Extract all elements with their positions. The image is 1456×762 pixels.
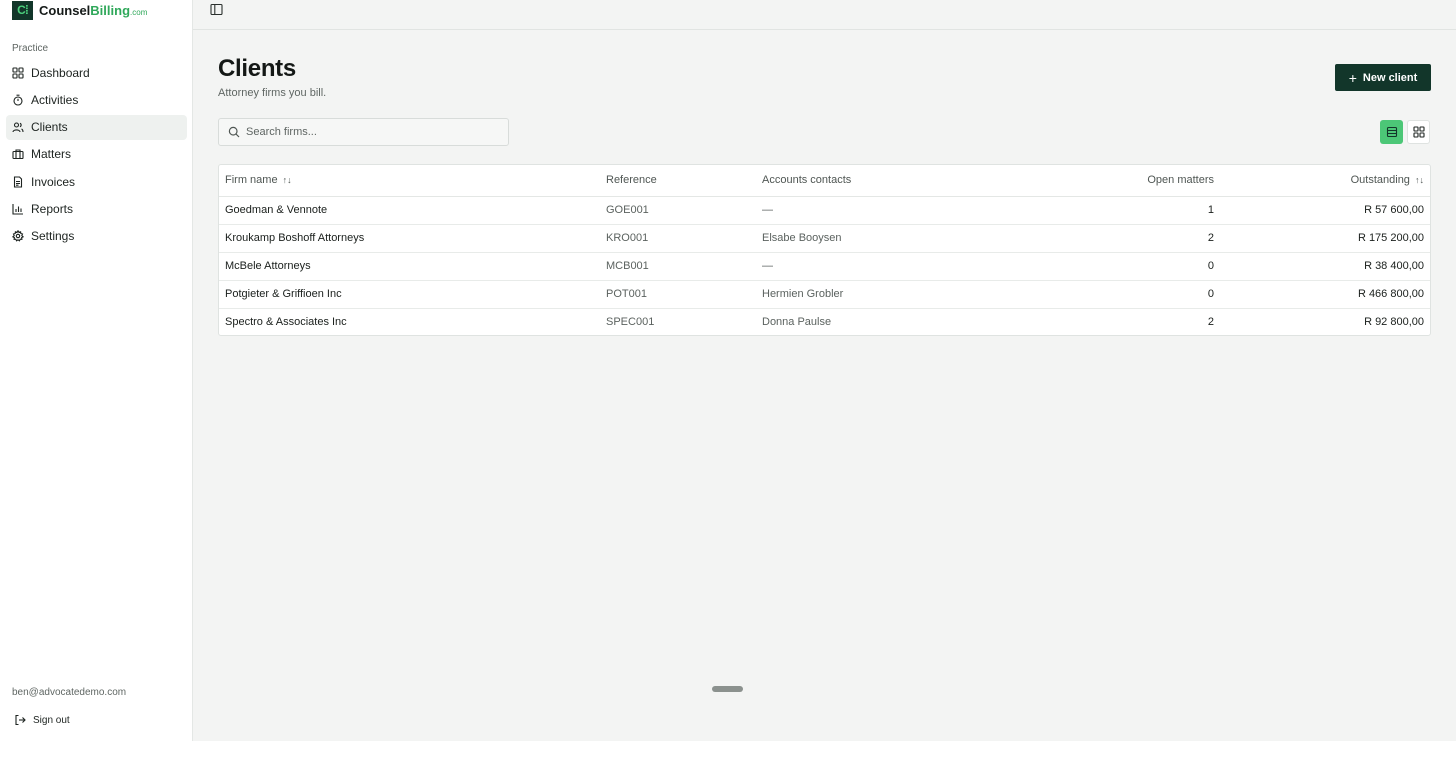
table-row[interactable]: Potgieter & Griffioen Inc POT001 Hermien… (219, 280, 1430, 309)
table-row[interactable]: McBele Attorneys MCB001 — 0 R 38 400,00 (219, 252, 1430, 281)
sign-out-icon (15, 714, 26, 726)
page-subtitle: Attorney firms you bill. (218, 87, 327, 99)
list-view-button[interactable] (1380, 120, 1403, 144)
table-row[interactable]: Goedman & Vennote GOE001 — 1 R 57 600,00 (219, 196, 1430, 225)
resize-handle[interactable] (712, 686, 743, 692)
new-client-label: New client (1362, 71, 1418, 84)
sort-icon: ↑↓ (1415, 175, 1424, 186)
sidebar-item-dashboard[interactable]: Dashboard (6, 60, 187, 85)
logo-mark: C⁞ (12, 0, 33, 20)
outstanding-cell: R 57 600,00 (1214, 196, 1430, 225)
outstanding-cell: R 175 200,00 (1214, 224, 1430, 253)
sidebar-item-label: Matters (31, 147, 72, 162)
stopwatch-icon (13, 94, 23, 106)
open-matters-cell: 0 (982, 280, 1214, 309)
open-matters-cell: 2 (1207, 316, 1214, 329)
nav-section-label: Practice (12, 43, 49, 54)
reference-cell: POT001 (606, 280, 762, 309)
column-header-label: Outstanding (1350, 174, 1410, 187)
column-header-label: Firm name (225, 174, 278, 187)
user-email: ben@advocatedemo.com (12, 687, 127, 698)
reference-cell: SPEC001 (606, 316, 655, 329)
contact-cell: Hermien Grobler (762, 280, 982, 309)
gear-icon (12, 230, 24, 242)
logo-text: CounselBilling.com (39, 3, 147, 18)
open-matters-cell: 2 (982, 224, 1214, 253)
sidebar-item-label: Dashboard (31, 65, 90, 80)
search-input[interactable] (246, 126, 486, 138)
outstanding-cell: R 38 400,00 (1214, 252, 1430, 281)
sidebar-item-reports[interactable]: Reports (6, 196, 187, 221)
list-view-icon (1386, 126, 1397, 138)
logo-name-dark: Counsel (39, 2, 91, 18)
sidebar-item-settings[interactable]: Settings (6, 224, 187, 249)
sidebar-item-invoices[interactable]: Invoices (6, 169, 187, 194)
sidebar-item-label: Reports (31, 201, 74, 216)
outstanding-cell: R 92 800,00 (1364, 316, 1424, 329)
users-icon (12, 122, 24, 133)
contact-cell: — (762, 252, 982, 281)
grid-view-button[interactable] (1407, 120, 1430, 144)
contact-cell: Donna Paulse (762, 316, 832, 329)
dashboard-grid-icon (12, 66, 24, 79)
sidebar-item-label: Settings (31, 229, 75, 244)
reference-cell: GOE001 (606, 196, 762, 225)
table-header-row: Firm name ↑↓ Reference Accounts contacts… (219, 165, 1430, 197)
brand-logo[interactable]: C⁞ CounselBilling.com (12, 0, 147, 20)
table-row[interactable]: Spectro & Associates Inc SPEC001 Donna P… (219, 308, 1430, 336)
firm-name-cell[interactable]: Potgieter & Griffioen Inc (219, 280, 606, 309)
new-client-button[interactable]: + New client (1335, 64, 1431, 91)
sign-out-label: Sign out (33, 714, 70, 726)
column-header-reference: Reference (606, 165, 762, 197)
column-header-accounts-contacts: Accounts contacts (762, 165, 982, 197)
open-matters-cell: 0 (982, 252, 1214, 281)
sidebar-item-label: Clients (31, 120, 68, 135)
firm-name-cell[interactable]: Goedman & Vennote (219, 196, 606, 225)
sidebar-item-label: Activities (31, 92, 79, 107)
open-matters-cell: 1 (982, 196, 1214, 225)
main-content: Clients Attorney firms you bill. + New c… (193, 0, 1456, 741)
search-box (218, 118, 509, 146)
briefcase-icon (12, 149, 24, 160)
sign-out-button[interactable]: Sign out (14, 714, 70, 726)
top-bar (193, 0, 1456, 30)
search-icon (228, 126, 240, 138)
outstanding-cell: R 466 800,00 (1214, 280, 1430, 309)
column-header-firm-name[interactable]: Firm name ↑↓ (219, 165, 606, 197)
logo-suffix: .com (130, 7, 148, 17)
bar-chart-icon (12, 203, 23, 215)
sidebar: C⁞ CounselBilling.com Practice Dashboard… (0, 0, 193, 741)
reference-cell: MCB001 (606, 252, 762, 281)
sidebar-item-clients[interactable]: Clients (6, 114, 187, 140)
firm-name-cell[interactable]: Kroukamp Boshoff Attorneys (219, 224, 606, 253)
sort-icon: ↑↓ (282, 175, 292, 186)
view-toggle (1380, 120, 1430, 144)
contact-cell: Elsabe Booysen (762, 224, 982, 253)
page-title: Clients (218, 55, 296, 82)
sidebar-item-matters[interactable]: Matters (6, 142, 187, 167)
plus-icon: + (1348, 69, 1357, 86)
table-row[interactable]: Kroukamp Boshoff Attorneys KRO001 Elsabe… (219, 224, 1430, 253)
app-shell: C⁞ CounselBilling.com Practice Dashboard… (0, 0, 1456, 741)
firm-name-cell[interactable]: Spectro & Associates Inc (219, 308, 606, 336)
grid-view-icon (1412, 126, 1425, 138)
firm-name-cell[interactable]: McBele Attorneys (219, 252, 606, 281)
contact-cell: — (762, 196, 982, 225)
sidebar-item-activities[interactable]: Activities (6, 87, 187, 112)
sidebar-item-label: Invoices (31, 174, 76, 189)
document-icon (13, 176, 23, 188)
column-header-open-matters: Open matters (982, 165, 1214, 197)
reference-cell: KRO001 (606, 224, 762, 253)
sidebar-nav: Dashboard Activities Clients Matters Inv… (6, 60, 187, 251)
logo-name-green: Billing (90, 2, 131, 18)
clients-table: Firm name ↑↓ Reference Accounts contacts… (218, 164, 1431, 336)
sidebar-toggle-icon[interactable] (210, 3, 223, 16)
column-header-outstanding[interactable]: Outstanding ↑↓ (1214, 165, 1430, 197)
